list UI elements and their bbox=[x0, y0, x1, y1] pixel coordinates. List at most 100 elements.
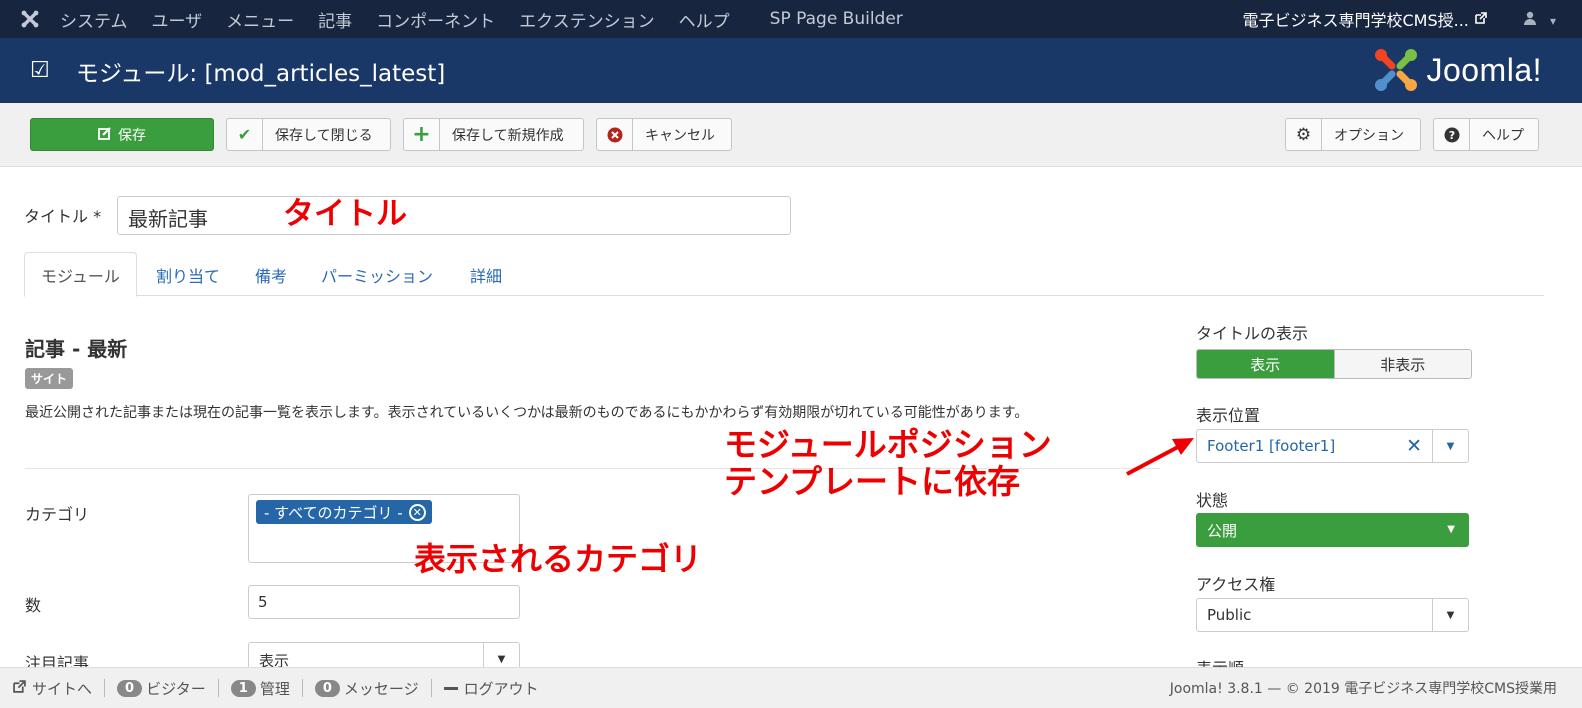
tab-advanced[interactable]: 詳細 bbox=[454, 252, 518, 297]
svg-text:?: ? bbox=[1448, 129, 1454, 142]
menu-sp-page-builder[interactable]: SP Page Builder bbox=[770, 9, 903, 29]
joomla-logo: Joomla! bbox=[1372, 46, 1542, 94]
divider bbox=[430, 679, 432, 697]
visitors-count-badge: 0 bbox=[117, 679, 143, 697]
tab-permissions[interactable]: パーミッション bbox=[305, 252, 449, 297]
divider bbox=[301, 679, 303, 697]
category-chip: - すべてのカテゴリ - ✕ bbox=[256, 500, 432, 524]
menu-system[interactable]: システム bbox=[60, 7, 128, 32]
menu-content[interactable]: 記事 bbox=[318, 7, 352, 32]
category-label: カテゴリ bbox=[25, 505, 90, 524]
divider bbox=[104, 679, 106, 697]
status-chevron-down-icon: ▼ bbox=[1447, 524, 1455, 535]
gear-icon: ⚙ bbox=[1286, 119, 1322, 150]
cancel-label: キャンセル bbox=[645, 127, 715, 144]
show-title-on-button[interactable]: 表示 bbox=[1197, 350, 1334, 378]
toolbar: 保存 ✔ 保存して閉じる + 保存して新規作成 キャンセル ⚙ オプション ? … bbox=[0, 103, 1582, 167]
cancel-button[interactable]: キャンセル bbox=[596, 118, 732, 151]
visitors-label: ビジター bbox=[146, 679, 206, 698]
position-select[interactable]: Footer1 [footer1] ✕ ▼ bbox=[1196, 429, 1469, 463]
tab-bar: モジュール 割り当て 備考 パーミッション 詳細 bbox=[24, 252, 1544, 297]
save-close-label: 保存して閉じる bbox=[275, 127, 373, 144]
divider bbox=[217, 679, 219, 697]
site-badge: サイト bbox=[25, 368, 74, 389]
external-link-icon bbox=[1475, 11, 1487, 27]
save-close-button[interactable]: ✔ 保存して閉じる bbox=[226, 118, 391, 151]
checkbox-icon: ☑ bbox=[30, 58, 50, 83]
messages-link[interactable]: 0 メッセージ bbox=[314, 678, 419, 699]
view-site-label: サイトへ bbox=[32, 679, 93, 698]
title-input[interactable]: 最新記事 bbox=[117, 196, 791, 235]
status-footer: サイトへ 0 ビジター 1 管理 0 メッセージ ログアウト Joomla! 3… bbox=[0, 667, 1582, 708]
module-heading: 記事 - 最新 bbox=[25, 337, 128, 361]
help-label: ヘルプ bbox=[1482, 127, 1524, 144]
visitors-link[interactable]: 0 ビジター bbox=[117, 678, 206, 699]
plus-icon: + bbox=[404, 119, 440, 150]
menu-help[interactable]: ヘルプ bbox=[679, 7, 730, 32]
options-label: オプション bbox=[1334, 127, 1404, 144]
view-site-link[interactable]: サイトへ bbox=[13, 678, 92, 699]
category-chip-label: - すべてのカテゴリ - bbox=[264, 503, 403, 522]
count-label: 数 bbox=[25, 596, 42, 615]
menu-extensions[interactable]: エクステンション bbox=[519, 7, 655, 32]
user-menu-icon[interactable]: ▾ bbox=[1523, 10, 1556, 29]
question-icon: ? bbox=[1434, 119, 1470, 150]
copyright-text: Joomla! 3.8.1 — © 2019 電子ビジネス専門学校CMS授業用 bbox=[1169, 681, 1557, 697]
edit-icon bbox=[98, 126, 112, 144]
annotation-category: 表示されるカテゴリ bbox=[414, 540, 703, 578]
count-input-value: 5 bbox=[258, 593, 268, 611]
title-input-value: 最新記事 bbox=[128, 207, 208, 231]
user-caret-icon: ▾ bbox=[1549, 13, 1556, 28]
status-select-value: 公開 bbox=[1207, 522, 1238, 540]
access-chevron-down-icon: ▼ bbox=[1432, 599, 1468, 631]
annotation-position-line2: テンプレートに依存 bbox=[724, 462, 1021, 501]
module-description: 最近公開された記事または現在の記事一覧を表示します。表示されているいくつかは最新… bbox=[25, 405, 1029, 421]
page-title: モジュール: [mod_articles_latest] bbox=[76, 60, 446, 87]
logout-label: ログアウト bbox=[463, 679, 539, 698]
messages-label: メッセージ bbox=[343, 679, 419, 698]
position-label: 表示位置 bbox=[1196, 406, 1261, 425]
position-chevron-down-icon[interactable]: ▼ bbox=[1432, 430, 1468, 462]
show-title-label: タイトルの表示 bbox=[1196, 324, 1309, 343]
position-select-value: Footer1 [footer1] bbox=[1207, 437, 1336, 455]
save-new-label: 保存して新規作成 bbox=[452, 127, 564, 144]
status-label: 状態 bbox=[1196, 491, 1229, 510]
logout-link[interactable]: ログアウト bbox=[443, 678, 539, 699]
joomla-logo-icon bbox=[1375, 49, 1418, 91]
show-title-toggle: 表示 非表示 bbox=[1196, 349, 1472, 379]
count-input[interactable]: 5 bbox=[248, 585, 520, 619]
top-navbar: システム ユーザ メニュー 記事 コンポーネント エクステンション ヘルプ SP… bbox=[0, 0, 1582, 38]
save-label: 保存 bbox=[118, 127, 146, 144]
save-new-button[interactable]: + 保存して新規作成 bbox=[403, 118, 584, 151]
tab-assignment[interactable]: 割り当て bbox=[140, 252, 236, 297]
admin-count-badge: 1 bbox=[230, 679, 256, 697]
annotation-arrow-icon bbox=[1126, 438, 1194, 476]
clear-icon[interactable]: ✕ bbox=[1406, 435, 1422, 457]
access-select-value: Public bbox=[1207, 606, 1252, 624]
options-button[interactable]: ⚙ オプション bbox=[1285, 118, 1421, 151]
tab-notes[interactable]: 備考 bbox=[239, 252, 303, 297]
minus-icon bbox=[443, 686, 458, 690]
menu-users[interactable]: ユーザ bbox=[152, 7, 203, 32]
status-select[interactable]: 公開 ▼ bbox=[1196, 513, 1469, 547]
tab-module[interactable]: モジュール bbox=[24, 252, 137, 297]
access-select[interactable]: Public ▼ bbox=[1196, 598, 1469, 632]
joomla-menu-icon[interactable] bbox=[0, 8, 60, 30]
site-name-link[interactable]: 電子ビジネス専門学校CMS授... bbox=[1242, 7, 1468, 31]
help-button[interactable]: ? ヘルプ bbox=[1433, 118, 1539, 151]
messages-count-badge: 0 bbox=[314, 679, 340, 697]
page-header: ☑ モジュール: [mod_articles_latest] Joomla! bbox=[0, 38, 1582, 103]
save-button[interactable]: 保存 bbox=[30, 118, 214, 151]
show-title-off-button[interactable]: 非表示 bbox=[1333, 350, 1471, 378]
menu-menus[interactable]: メニュー bbox=[226, 7, 294, 32]
check-icon: ✔ bbox=[227, 119, 263, 150]
chip-remove-icon[interactable]: ✕ bbox=[408, 503, 426, 521]
annotation-position-line1: モジュールポジション bbox=[724, 425, 1052, 464]
admin-label: 管理 bbox=[259, 679, 290, 698]
cancel-icon bbox=[597, 119, 633, 150]
title-label: タイトル * bbox=[24, 207, 102, 226]
access-label: アクセス権 bbox=[1196, 575, 1276, 594]
annotation-title: タイトル bbox=[283, 196, 407, 232]
menu-components[interactable]: コンポーネント bbox=[376, 7, 495, 32]
admin-link[interactable]: 1 管理 bbox=[230, 678, 290, 699]
